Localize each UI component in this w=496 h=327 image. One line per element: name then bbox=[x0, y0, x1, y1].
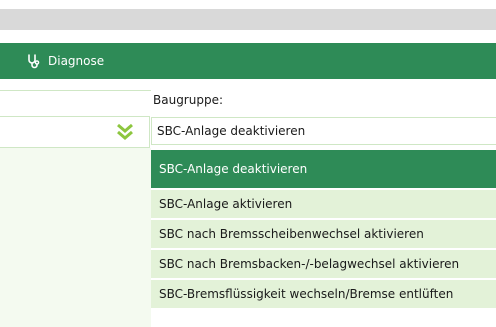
option-label: SBC nach Bremsscheibenwechsel aktivieren bbox=[159, 227, 424, 241]
dropdown-option[interactable]: SBC nach Bremsscheibenwechsel aktivieren bbox=[151, 220, 496, 250]
dropdown-option[interactable]: SBC-Bremsflüssigkeit wechseln/Bremse ent… bbox=[151, 280, 496, 310]
baugruppe-select[interactable]: SBC-Anlage deaktivieren bbox=[151, 117, 496, 145]
selected-value: SBC-Anlage deaktivieren bbox=[157, 124, 306, 138]
dropdown-list: SBC-Anlage deaktivieren SBC-Anlage aktiv… bbox=[151, 150, 496, 310]
baugruppe-label: Baugruppe: bbox=[153, 93, 224, 107]
left-select-box[interactable] bbox=[0, 116, 150, 148]
option-label: SBC-Bremsflüssigkeit wechseln/Bremse ent… bbox=[159, 287, 454, 301]
status-bar bbox=[0, 9, 496, 30]
left-divider bbox=[0, 90, 151, 91]
double-chevron-down-icon[interactable] bbox=[115, 122, 135, 142]
left-lower-area bbox=[0, 148, 151, 327]
option-label: SBC-Anlage aktivieren bbox=[159, 197, 293, 211]
dropdown-option[interactable]: SBC nach Bremsbacken-/-belagwechsel akti… bbox=[151, 250, 496, 280]
option-label: SBC nach Bremsbacken-/-belagwechsel akti… bbox=[159, 257, 460, 271]
header-title: Diagnose bbox=[48, 54, 105, 68]
option-label: SBC-Anlage deaktivieren bbox=[159, 162, 308, 176]
dropdown-option[interactable]: SBC-Anlage aktivieren bbox=[151, 190, 496, 220]
stethoscope-icon[interactable] bbox=[26, 53, 42, 69]
dropdown-option[interactable]: SBC-Anlage deaktivieren bbox=[151, 150, 496, 190]
app-header: Diagnose bbox=[0, 43, 496, 79]
